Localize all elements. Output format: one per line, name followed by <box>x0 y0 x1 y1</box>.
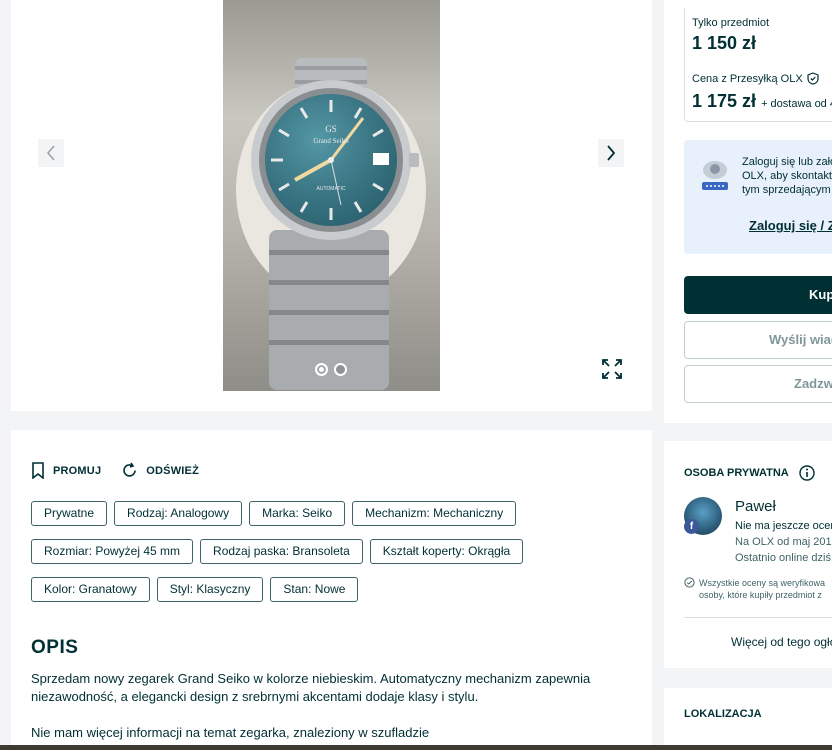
shipping-price: 1 175 zł <box>692 91 757 111</box>
shield-check-icon <box>807 72 819 85</box>
listing-actions: PROMUJ ODŚWIEŻ <box>31 462 199 479</box>
shipping-price-label-row: Cena z Przesyłką OLX <box>692 72 819 85</box>
login-text-line: tym sprzedającym <box>742 184 831 196</box>
tag-seller-type: Prywatne <box>31 501 108 526</box>
tag-brand: Marka: Seiko <box>249 501 346 526</box>
more-from-seller-link[interactable]: Więcej od tego ogło <box>731 635 832 649</box>
next-image-button[interactable] <box>598 139 624 167</box>
tag-size: Rozmiar: Powyżej 45 mm <box>31 539 194 564</box>
pagination-dot[interactable] <box>334 363 347 376</box>
tag-mechanism: Mechanizm: Mechaniczny <box>352 501 517 526</box>
location-card: LOKALIZACJA <box>664 688 832 750</box>
info-icon[interactable] <box>799 465 815 481</box>
seller-type-row: OSOBA PRYWATNA <box>684 465 815 481</box>
call-button[interactable]: Zadzw <box>684 365 832 403</box>
watch-image: GS Grand Seiko AUTOMATIC <box>236 58 426 390</box>
bottom-edge <box>0 745 832 750</box>
user-cloud-icon <box>702 161 728 190</box>
listing-details: PROMUJ ODŚWIEŻ Prywatne Rodzaj: Analogow… <box>11 430 652 750</box>
tag-color: Kolor: Granatowy <box>31 577 150 602</box>
fullscreen-button[interactable] <box>601 358 623 380</box>
price-card: Tylko przedmiot 1 150 zł Cena z Przesyłk… <box>664 0 832 423</box>
previous-image-button[interactable] <box>38 139 64 167</box>
shipping-price-label: Cena z Przesyłką OLX <box>692 72 803 85</box>
login-text-line: Zaloguj się lub załó <box>742 156 832 168</box>
description-title: OPIS <box>31 637 79 658</box>
verified-ratings-note: Wszystkie oceny są weryfikowa osoby, któ… <box>684 577 825 601</box>
refresh-label: ODŚWIEŻ <box>146 464 199 477</box>
shipping-note: + dostawa od 4, <box>761 98 832 110</box>
login-text-line: OLX, aby skontakto <box>742 170 832 182</box>
pagination-dot-active[interactable] <box>315 363 328 376</box>
divider <box>684 617 832 618</box>
watch-brand: Grand Seiko <box>313 137 349 145</box>
item-only-price: 1 150 zł <box>692 33 757 53</box>
bookmark-icon <box>32 462 44 479</box>
login-prompt-text: Zaloguj się lub załó OLX, aby skontakto … <box>742 155 832 197</box>
seller-card: OSOBA PRYWATNA f Paweł Nie ma jeszcze oc… <box>664 441 832 668</box>
description-text: Sprzedam nowy zegarek Grand Seiko w kolo… <box>31 670 611 742</box>
description-paragraph: Sprzedam nowy zegarek Grand Seiko w kolo… <box>31 671 591 704</box>
watch-logo: GS <box>325 124 337 134</box>
refresh-icon <box>123 462 137 477</box>
listing-photo[interactable]: GS Grand Seiko AUTOMATIC <box>223 0 440 391</box>
login-prompt: Zaloguj się lub załó OLX, aby skontakto … <box>684 140 832 254</box>
watch-dial-text: AUTOMATIC <box>317 186 346 192</box>
description-paragraph: Nie mam więcej informacji na temat zegar… <box>31 725 430 740</box>
image-pagination <box>315 363 347 376</box>
tag-case-shape: Kształt koperty: Okrągła <box>369 539 524 564</box>
buy-button[interactable]: Kup <box>684 276 832 314</box>
seller-last-online: Ostatnio online dziś <box>735 552 831 564</box>
tag-type: Rodzaj: Analogowy <box>114 501 243 526</box>
image-gallery: GS Grand Seiko AUTOMATIC <box>11 0 652 411</box>
price-box: Tylko przedmiot 1 150 zł Cena z Przesyłk… <box>684 8 832 122</box>
seller-since: Na OLX od maj 2017 <box>735 536 832 548</box>
tag-strap: Rodzaj paska: Bransoleta <box>200 539 363 564</box>
check-circle-icon <box>684 577 695 588</box>
verified-line: osoby, które kupiły przedmiot z <box>699 590 822 600</box>
chevron-right-icon <box>607 145 616 161</box>
send-message-button[interactable]: Wyślij wiad <box>684 321 832 359</box>
refresh-button[interactable]: ODŚWIEŻ <box>121 462 199 479</box>
tag-condition: Stan: Nowe <box>270 577 359 602</box>
facebook-icon: f <box>684 519 699 534</box>
verified-line: Wszystkie oceny są weryfikowa <box>699 578 826 588</box>
tag-style: Styl: Klasyczny <box>156 577 264 602</box>
seller-type: OSOBA PRYWATNA <box>684 467 789 479</box>
promote-button[interactable]: PROMUJ <box>31 462 101 479</box>
seller-rating: Nie ma jeszcze ocen <box>735 520 832 532</box>
item-only-label: Tylko przedmiot <box>692 17 770 29</box>
expand-icon <box>602 359 622 379</box>
chevron-left-icon <box>46 145 55 161</box>
login-link[interactable]: Zaloguj się / Z <box>749 218 832 233</box>
promote-label: PROMUJ <box>53 464 102 477</box>
shipping-price-row: 1 175 zł + dostawa od 4, <box>692 91 832 112</box>
location-title: LOKALIZACJA <box>684 708 762 720</box>
attribute-tags: Prywatne Rodzaj: Analogowy Marka: Seiko … <box>31 501 631 602</box>
seller-name[interactable]: Paweł <box>735 498 776 515</box>
